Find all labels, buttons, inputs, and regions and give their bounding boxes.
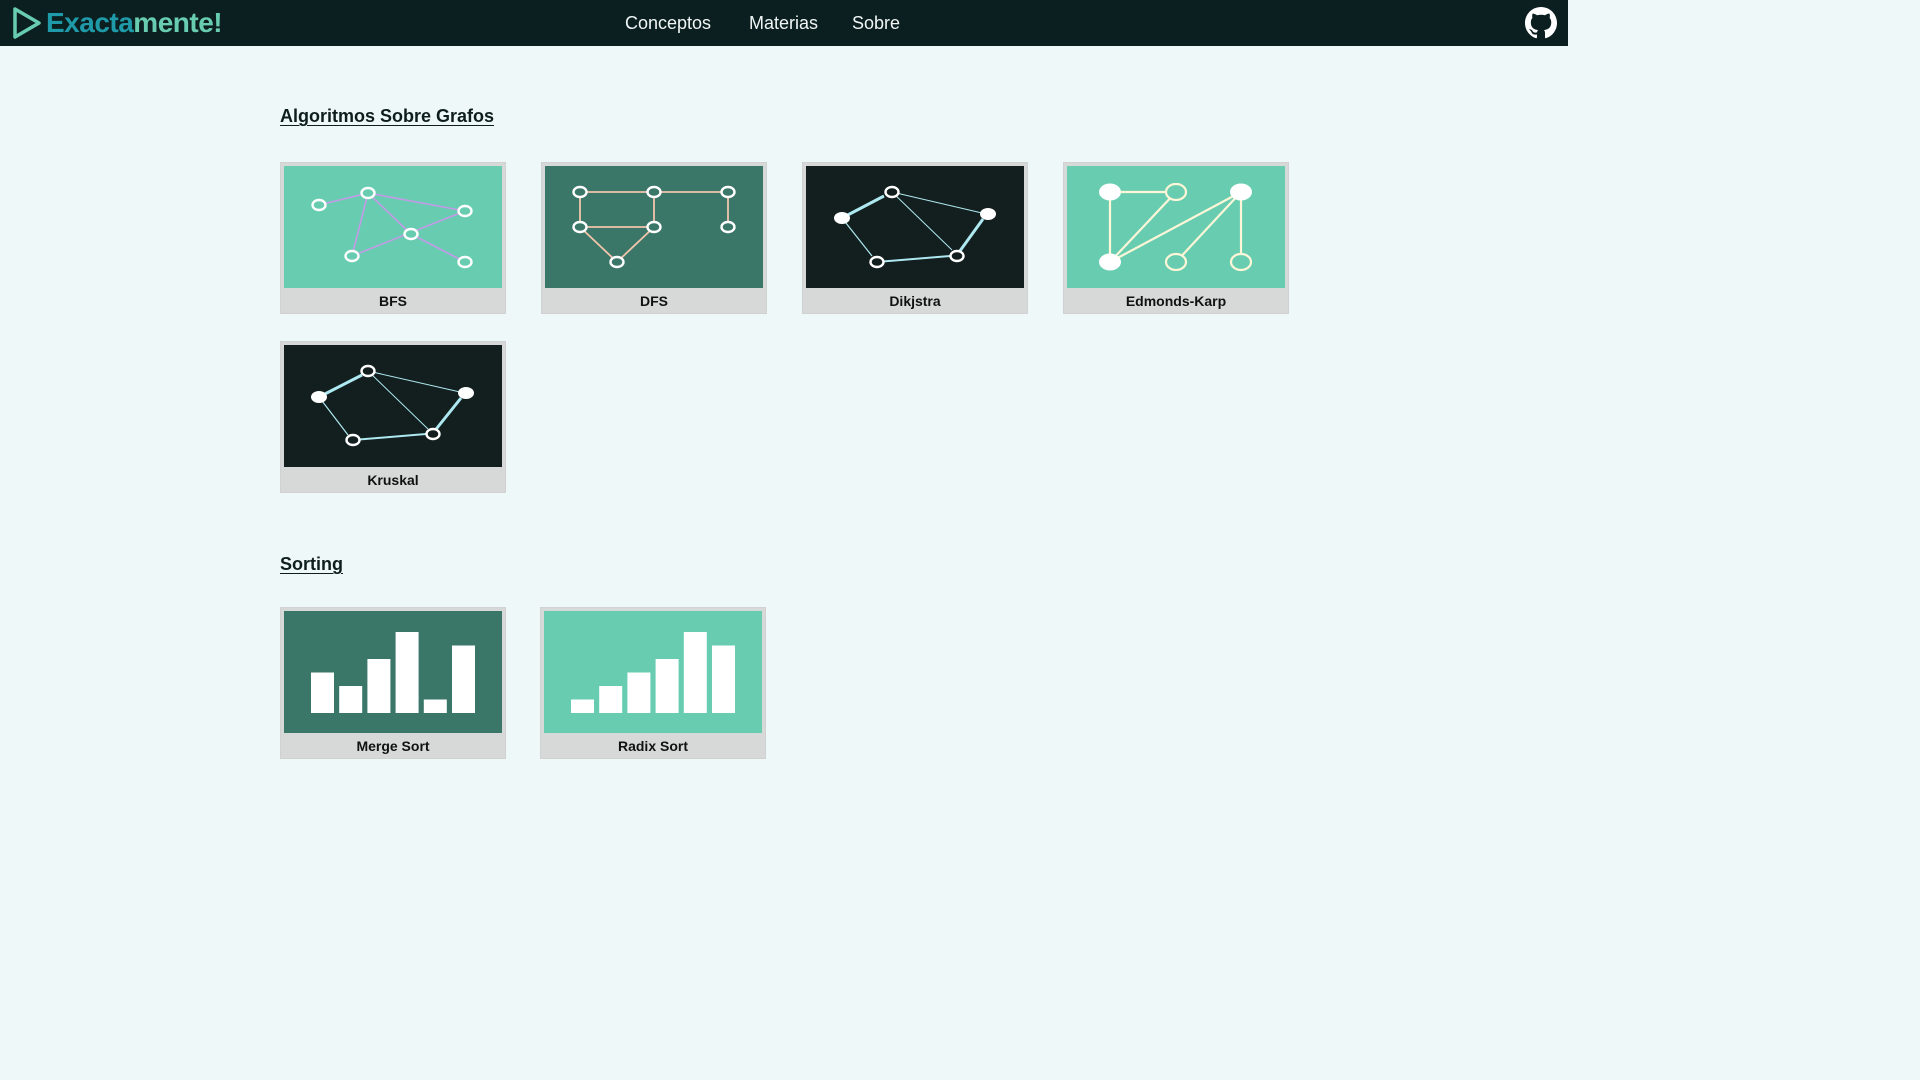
section-title-grafos: Algoritmos Sobre Grafos — [280, 106, 495, 126]
card-label-kruskal: Kruskal — [367, 472, 419, 488]
card-label-bfs: BFS — [379, 293, 407, 309]
card-label-dijkstra: Dikjstra — [889, 293, 941, 309]
sort-bar — [627, 672, 651, 713]
card-label-radix-sort: Radix Sort — [617, 738, 688, 754]
card-label-edmonds-karp: Edmonds-Karp — [1125, 293, 1227, 309]
card-dfs[interactable]: DFS — [541, 162, 767, 314]
kruskal-graph-thumbnail — [284, 345, 502, 467]
nav-link-sobre[interactable]: Sobre — [852, 11, 900, 35]
card-radix-sort[interactable]: Radix Sort — [540, 607, 766, 759]
card-kruskal[interactable]: Kruskal — [280, 341, 506, 493]
top-navbar: Exactamente! Conceptos Materias Sobre — [0, 0, 1568, 46]
nav-link-materias[interactable]: Materias — [749, 11, 818, 35]
card-merge-sort[interactable]: Merge Sort — [280, 607, 506, 759]
dfs-graph-thumbnail — [545, 166, 763, 288]
card-dijkstra[interactable]: Dikjstra — [802, 162, 1028, 314]
nav-link-conceptos[interactable]: Conceptos — [625, 11, 711, 35]
bfs-graph-thumbnail — [284, 166, 502, 288]
sort-bar — [683, 632, 707, 713]
dijkstra-graph-thumbnail — [806, 166, 1024, 288]
card-label-dfs: DFS — [640, 293, 668, 309]
sort-bar — [452, 645, 475, 713]
section-title-sorting: Sorting — [280, 554, 343, 574]
sort-bar — [339, 686, 363, 713]
sort-bar — [655, 659, 679, 713]
sort-bar — [395, 632, 419, 713]
edmonds-karp-graph-thumbnail — [1067, 166, 1285, 288]
sort-bar — [423, 699, 447, 713]
sort-bar — [599, 686, 623, 713]
github-icon[interactable] — [1525, 7, 1557, 39]
card-edmonds-karp[interactable]: Edmonds-Karp — [1063, 162, 1289, 314]
sort-bar — [571, 699, 594, 713]
main-nav: Conceptos Materias Sobre — [0, 0, 1568, 46]
card-bfs[interactable]: BFS — [280, 162, 506, 314]
card-label-merge-sort: Merge Sort — [356, 738, 430, 754]
merge-sort-bars-thumbnail — [284, 611, 502, 733]
radix-sort-bars-thumbnail — [544, 611, 762, 733]
sort-bar — [311, 672, 334, 713]
sort-bar — [367, 659, 391, 713]
sort-bar — [712, 645, 735, 713]
